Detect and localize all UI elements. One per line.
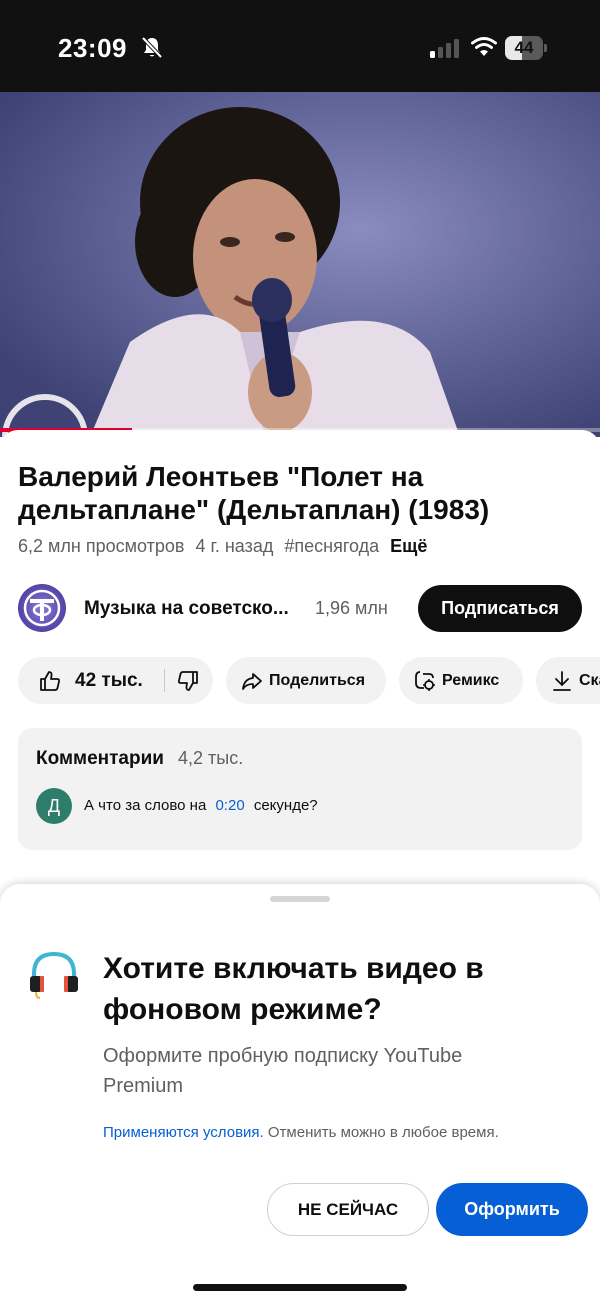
promo-title: Хотите включать видео в фоновом режиме? — [103, 952, 484, 1026]
sheet-drag-handle[interactable] — [270, 896, 330, 902]
remix-icon — [413, 669, 437, 698]
upload-age: 4 г. назад — [195, 536, 274, 556]
channel-logo-icon — [23, 589, 61, 627]
battery-level: 44 — [514, 38, 534, 57]
video-title[interactable]: Валерий Леонтьев "Полет на дельтаплане" … — [18, 460, 578, 526]
headphones-icon — [26, 948, 82, 1009]
home-indicator — [193, 1284, 407, 1291]
not-now-button[interactable]: НЕ СЕЙЧАС — [267, 1183, 429, 1236]
silent-bell-icon — [141, 36, 163, 65]
video-frame — [0, 92, 600, 437]
like-dislike-pill: 42 тыс. — [18, 657, 213, 704]
more-link[interactable]: Ещё — [390, 536, 427, 556]
thumbs-down-icon[interactable] — [176, 669, 200, 698]
comments-card[interactable]: Комментарии 4,2 тыс. Д А что за слово на… — [18, 728, 582, 850]
channel-name[interactable]: Музыка на советско... — [84, 598, 300, 620]
cellular-signal-icon — [430, 38, 460, 63]
remix-label: Ремикс — [442, 672, 500, 689]
like-count[interactable]: 42 тыс. — [75, 670, 143, 692]
share-icon — [240, 669, 264, 698]
commenter-avatar: Д — [36, 788, 72, 824]
download-label: Скачать — [579, 672, 600, 689]
terms-rest: Отменить можно в любое время. — [267, 1124, 499, 1141]
share-label: Поделиться — [269, 672, 366, 689]
promo-subtitle: Оформите пробную подписку YouTube Premiu… — [103, 1045, 463, 1097]
battery-icon: 44 — [505, 36, 547, 60]
download-button[interactable]: Скачать — [536, 657, 600, 704]
premium-promo-sheet: Хотите включать видео в фоновом режиме? … — [0, 884, 600, 1303]
promo-terms: Применяются условия. Отменить можно в лю… — [103, 1124, 499, 1141]
comment-text-before: А что за слово на — [84, 797, 207, 814]
comments-count: 4,2 тыс. — [178, 748, 244, 768]
wifi-icon — [470, 36, 498, 63]
subscribe-button[interactable]: Подписаться — [418, 585, 582, 632]
top-comment: А что за слово на 0:20 секунде? — [84, 797, 318, 814]
share-button[interactable]: Поделиться — [226, 657, 386, 704]
remix-button[interactable]: Ремикс — [399, 657, 523, 704]
status-bar: 23:09 44 — [0, 0, 600, 92]
view-count: 6,2 млн просмотров — [18, 536, 185, 556]
comment-timestamp-link[interactable]: 0:20 — [215, 797, 244, 814]
like-divider — [164, 669, 165, 692]
status-time: 23:09 — [58, 33, 127, 63]
channel-row: Музыка на советско... 1,96 млн Подписать… — [18, 584, 582, 632]
download-icon — [550, 669, 574, 698]
comment-text-after: секунде? — [253, 797, 318, 814]
start-trial-button[interactable]: Оформить — [436, 1183, 588, 1236]
comments-title: Комментарии — [36, 748, 164, 769]
hashtag-link[interactable]: #песнягода — [284, 536, 379, 556]
thumbs-up-icon[interactable] — [38, 669, 62, 698]
terms-link[interactable]: Применяются условия. — [103, 1124, 264, 1141]
video-meta[interactable]: 6,2 млн просмотров 4 г. назад #песнягода… — [18, 536, 433, 557]
video-player[interactable] — [0, 92, 600, 437]
channel-avatar[interactable] — [18, 584, 66, 632]
action-bar: 42 тыс. Поделиться Ремикс Ск — [18, 657, 600, 705]
subscriber-count: 1,96 млн — [315, 598, 388, 618]
